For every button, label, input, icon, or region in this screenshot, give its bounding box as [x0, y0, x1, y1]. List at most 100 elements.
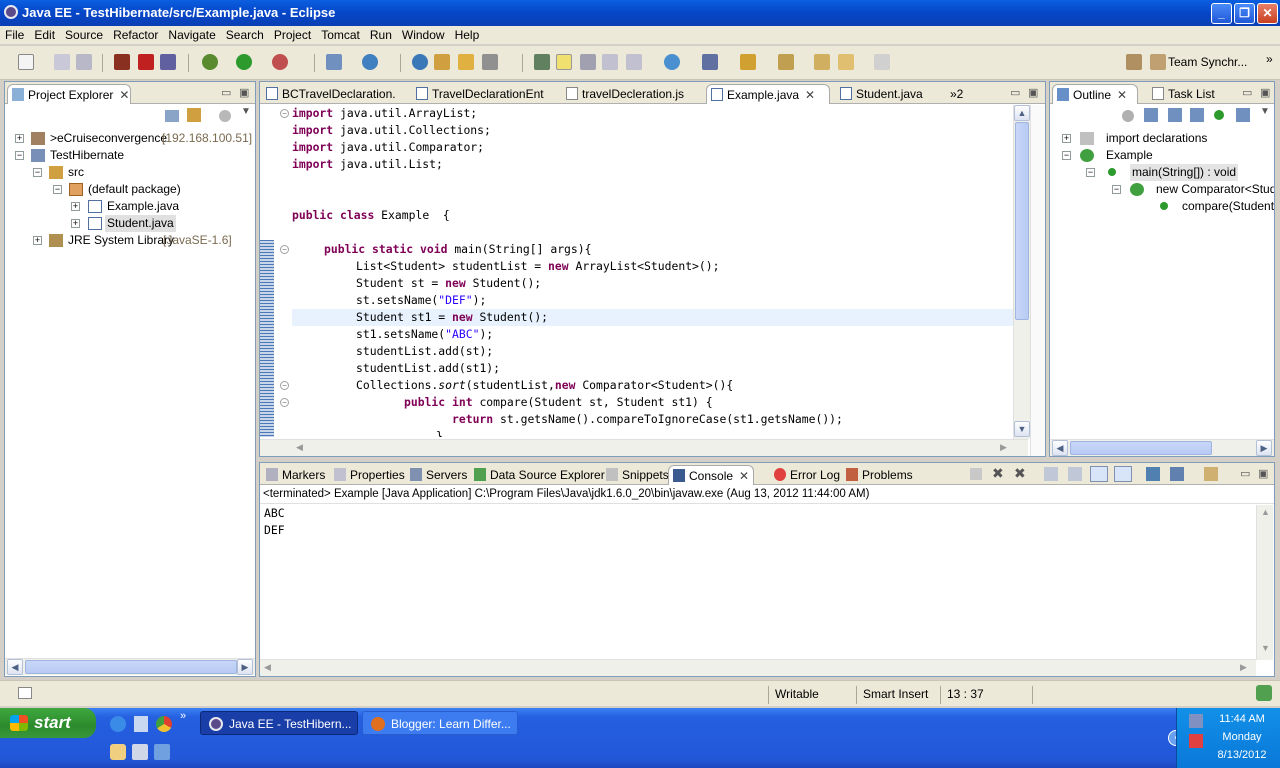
quicklaunch-more-icon[interactable]: »	[180, 710, 186, 722]
tab-servers[interactable]: Servers	[406, 465, 467, 485]
maximize-button[interactable]: ❐	[1234, 3, 1255, 24]
scroll-left-icon[interactable]: ◀	[264, 662, 271, 673]
more-perspectives-icon[interactable]: »	[1266, 52, 1273, 66]
expand-icon[interactable]: +	[1062, 134, 1071, 143]
remove-all-icon[interactable]: ✖	[1014, 465, 1026, 482]
hide-fields-icon[interactable]	[1122, 110, 1134, 122]
collapse-icon[interactable]: −	[1112, 185, 1121, 194]
highlight-icon[interactable]	[556, 54, 572, 70]
tree-item-ecruise[interactable]: + >eCruiseconvergence [192.168.100.51]	[5, 130, 255, 147]
last-edit-icon[interactable]	[814, 54, 830, 70]
terminate-icon[interactable]	[970, 468, 982, 480]
outline-item-comparator[interactable]: − new Comparator<Stude	[1050, 181, 1274, 198]
debug-icon[interactable]	[202, 54, 218, 70]
new-icon[interactable]	[18, 54, 34, 70]
tab-error-log[interactable]: Error Log	[770, 465, 842, 485]
maximize-view-icon[interactable]: ▣	[1258, 467, 1268, 480]
hide-nonpublic-icon[interactable]	[1190, 108, 1204, 122]
close-icon[interactable]: ✕	[119, 88, 129, 102]
tree-item-testhibernate[interactable]: − TestHibernate	[5, 147, 255, 164]
tab-data-source-explorer[interactable]: Data Source Explorer	[470, 465, 605, 485]
tree-item-student-java[interactable]: + Student.java	[5, 215, 255, 232]
remove-launch-icon[interactable]: ✖	[992, 465, 1004, 482]
sort-icon[interactable]	[1144, 108, 1158, 122]
chevron-down-icon[interactable]: ▼	[1260, 106, 1270, 117]
minimize-button[interactable]: _	[1211, 3, 1232, 24]
scroll-down-icon[interactable]: ▼	[1014, 421, 1030, 437]
fold-icon[interactable]: −	[280, 381, 289, 390]
internet-explorer-icon[interactable]	[110, 716, 126, 732]
tab-overflow[interactable]: »2	[948, 84, 978, 104]
tab-problems[interactable]: Problems	[842, 465, 913, 485]
menu-project[interactable]: Project	[269, 26, 316, 44]
new-server-icon[interactable]	[326, 54, 342, 70]
maximize-view-icon[interactable]: ▣	[1260, 86, 1270, 99]
collapse-icon[interactable]: −	[33, 168, 42, 177]
close-button[interactable]: ✕	[1257, 3, 1278, 24]
link-editor-icon[interactable]	[187, 108, 201, 122]
security-icon[interactable]	[1189, 734, 1203, 748]
tab-console[interactable]: Console ✕	[668, 465, 754, 485]
open-task-icon[interactable]	[458, 54, 474, 70]
console-horizontal-scrollbar[interactable]: ◀ ▶	[260, 659, 1256, 676]
fold-icon[interactable]: −	[280, 245, 289, 254]
maximize-view-icon[interactable]: ▣	[239, 86, 249, 99]
menu-search[interactable]: Search	[221, 26, 269, 44]
fold-icon[interactable]: −	[280, 398, 289, 407]
clock[interactable]: 11:44 AM Monday 8/13/2012	[1207, 712, 1277, 763]
show-source-icon[interactable]	[626, 54, 642, 70]
collapse-icon[interactable]: −	[1086, 168, 1095, 177]
pin-icon[interactable]	[702, 54, 718, 70]
pin-console-icon[interactable]	[1146, 467, 1160, 481]
expand-icon[interactable]: +	[71, 202, 80, 211]
menu-help[interactable]: Help	[450, 26, 485, 44]
scroll-left-icon[interactable]: ◀	[296, 442, 303, 453]
scroll-thumb[interactable]	[1070, 441, 1212, 455]
print-icon[interactable]	[76, 54, 92, 70]
scroll-right-icon[interactable]: ▶	[1256, 440, 1272, 456]
scroll-thumb[interactable]	[25, 660, 237, 674]
explorer-horizontal-scrollbar[interactable]: ◀ ▶	[5, 658, 255, 675]
minimize-view-icon[interactable]: ▭	[221, 86, 231, 99]
open-perspective-icon[interactable]	[1126, 54, 1142, 70]
tab-markers[interactable]: Markers	[262, 465, 326, 485]
scroll-left-icon[interactable]: ◀	[1052, 440, 1068, 456]
console-vertical-scrollbar[interactable]: ▲ ▼	[1256, 505, 1273, 660]
collapse-icon[interactable]: −	[53, 185, 62, 194]
menu-refactor[interactable]: Refactor	[108, 26, 163, 44]
tab-project-explorer[interactable]: Project Explorer ✕	[7, 84, 131, 104]
tomcat-start-icon[interactable]	[114, 54, 130, 70]
hide-static-icon[interactable]	[1168, 108, 1182, 122]
chevron-down-icon[interactable]: ▼	[241, 106, 251, 117]
tab-student-java[interactable]: Student.java	[836, 84, 946, 104]
run-icon[interactable]	[236, 54, 252, 70]
tab-properties[interactable]: Properties	[330, 465, 405, 485]
scroll-lock-icon[interactable]	[1068, 467, 1082, 481]
show-whitespace-icon[interactable]	[602, 54, 618, 70]
view-menu-icon[interactable]	[219, 110, 231, 122]
display-console-icon[interactable]	[1170, 467, 1184, 481]
tab-example-java[interactable]: Example.java ✕	[706, 84, 830, 104]
next-annotation-icon[interactable]	[740, 54, 756, 70]
tree-item-default-package[interactable]: − (default package)	[5, 181, 255, 198]
team-sync-perspective[interactable]: Team Synchr...	[1168, 54, 1247, 70]
toggle-mark-icon[interactable]	[534, 54, 550, 70]
chrome-icon[interactable]	[156, 716, 172, 732]
block-selection-icon[interactable]	[580, 54, 596, 70]
tab-task-list[interactable]: Task List	[1148, 84, 1238, 104]
clear-console-icon[interactable]	[1044, 467, 1058, 481]
close-icon[interactable]: ✕	[1117, 88, 1127, 102]
web-browser-icon[interactable]	[362, 54, 378, 70]
maximize-view-icon[interactable]: ▣	[1028, 86, 1038, 99]
scroll-right-icon[interactable]: ▶	[1000, 442, 1007, 453]
editor-vertical-scrollbar[interactable]: ▲ ▼	[1013, 105, 1030, 439]
tree-item-example-java[interactable]: + Example.java	[5, 198, 255, 215]
hide-local-types-icon[interactable]	[1214, 110, 1224, 120]
code-editor[interactable]: − − − − import java.util.ArrayList; impo…	[260, 105, 1028, 437]
tab-outline[interactable]: Outline ✕	[1052, 84, 1138, 104]
back-icon[interactable]	[838, 54, 854, 70]
forward-icon[interactable]	[874, 54, 890, 70]
editor-horizontal-scrollbar[interactable]: ◀ ▶	[260, 439, 1028, 456]
tomcat-restart-icon[interactable]	[160, 54, 176, 70]
outline-item-compare[interactable]: compare(Student, S	[1050, 198, 1274, 215]
